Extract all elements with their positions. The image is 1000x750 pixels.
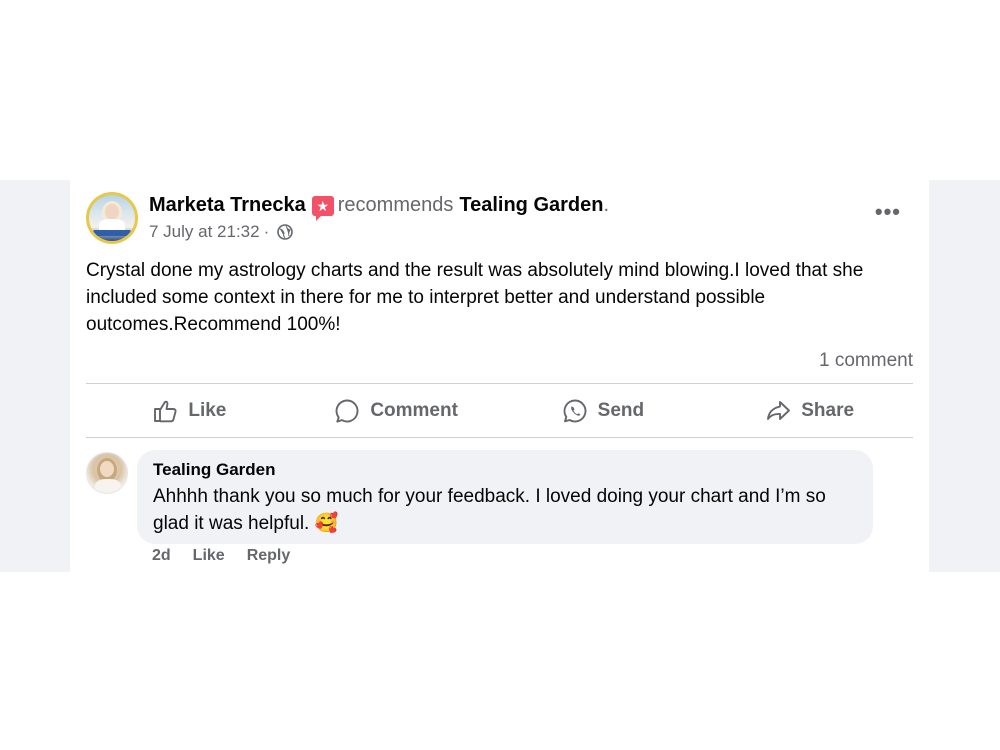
comment-text-wrapper: Ahhhh thank you so much for your feedbac… <box>153 483 857 537</box>
comment-actions: 2d Like Reply <box>152 547 290 565</box>
like-button[interactable]: Like <box>86 384 293 438</box>
post-card: Marketa Trnecka ★ recommends Tealing Gar… <box>70 180 929 572</box>
comment-text: Ahhhh thank you so much for your feedbac… <box>153 486 826 534</box>
comment-like-button[interactable]: Like <box>193 547 225 565</box>
page-name-suffix: . <box>603 194 610 216</box>
whatsapp-icon <box>563 399 587 423</box>
share-arrow-icon <box>767 401 791 420</box>
send-button[interactable]: Send <box>500 384 707 438</box>
author-avatar[interactable] <box>86 192 138 244</box>
post-meta: 7 July at 21:32 · <box>149 222 294 242</box>
comment-reply-button[interactable]: Reply <box>247 547 291 565</box>
comment-bubble: Tealing Garden Ahhhh thank you so much f… <box>137 450 873 544</box>
post-body: Crystal done my astrology charts and the… <box>86 260 864 335</box>
comment-age[interactable]: 2d <box>152 547 171 565</box>
like-label: Like <box>188 400 227 421</box>
comment-button[interactable]: Comment <box>293 384 500 438</box>
star-badge-icon: ★ <box>311 195 334 221</box>
comment-author[interactable]: Tealing Garden <box>153 460 857 480</box>
smiling-hearts-emoji: 🥰 <box>314 512 339 534</box>
post-actions: Like Comment Send Share <box>86 384 913 438</box>
divider-bottom <box>86 437 913 438</box>
comment-count-link[interactable]: 1 comment <box>819 350 913 372</box>
comment-label: Comment <box>370 400 458 421</box>
post-timestamp[interactable]: 7 July at 21:32 <box>149 222 260 242</box>
post-header: Marketa Trnecka ★ recommends Tealing Gar… <box>149 194 610 221</box>
thumbs-up-icon <box>154 400 177 423</box>
meta-separator: · <box>263 222 270 241</box>
globe-icon <box>277 224 294 240</box>
author-name[interactable]: Marketa Trnecka <box>149 194 306 217</box>
recommends-label: recommends <box>337 194 454 216</box>
more-options-button[interactable]: ••• <box>875 201 901 223</box>
comment-bubble-icon <box>335 399 359 423</box>
commenter-avatar[interactable] <box>86 452 128 494</box>
send-label: Send <box>597 400 645 421</box>
share-button[interactable]: Share <box>706 384 913 438</box>
share-label: Share <box>801 400 855 421</box>
page-name-link[interactable]: Tealing Garden <box>459 194 603 217</box>
